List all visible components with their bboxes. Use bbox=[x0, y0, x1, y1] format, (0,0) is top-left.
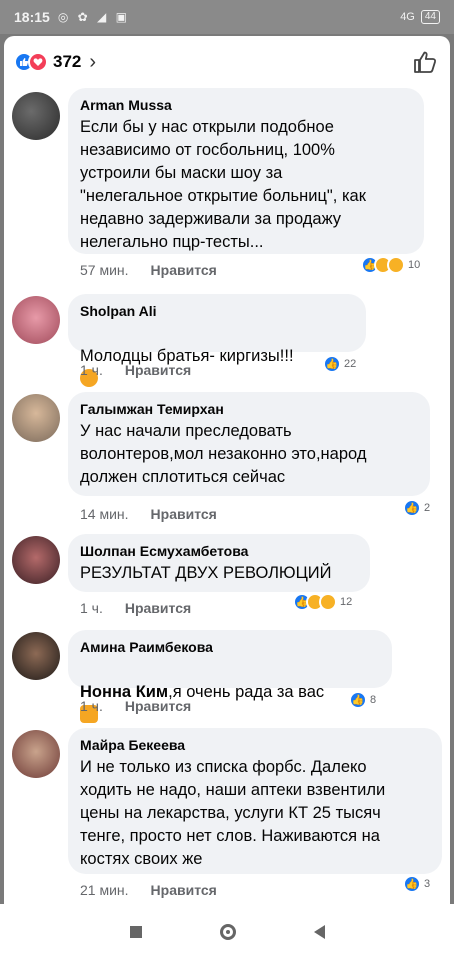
reaction-summary-button[interactable]: 372 › bbox=[14, 51, 96, 74]
love-icon bbox=[28, 52, 48, 72]
comment-bubble: Sholpan Ali Молодцы братья- киргизы!!! bbox=[68, 294, 366, 387]
battery-icon: 44 bbox=[420, 10, 440, 24]
reaction-count: 372 bbox=[53, 52, 82, 71]
like-icon: 👍 bbox=[403, 499, 421, 517]
notification-icons: ◎ ✿ ◢ ▣ bbox=[57, 10, 130, 24]
comment-author[interactable]: Амина Раимбекова bbox=[80, 638, 380, 656]
comment-meta: 1 ч. Нравится bbox=[80, 600, 191, 616]
comment-reaction-count: 3 bbox=[424, 878, 431, 890]
comment-meta: 1 ч. Нравится bbox=[80, 362, 191, 378]
comment-reactions[interactable]: 👍 3 bbox=[400, 874, 434, 894]
avatar[interactable] bbox=[12, 92, 60, 140]
comments-sheet: 372 › Arman Mussa Если бы у нас открыли … bbox=[4, 36, 450, 904]
comment-text: ,я очень рада за вас bbox=[168, 683, 325, 701]
comment-reactions[interactable]: 👍 22 bbox=[320, 354, 360, 374]
avatar[interactable] bbox=[12, 536, 60, 584]
comment-reaction-count: 22 bbox=[344, 358, 357, 370]
reactions-header: 372 › bbox=[4, 36, 450, 88]
comment-meta: 1 ч. Нравится bbox=[80, 698, 191, 714]
like-icon: 👍 bbox=[323, 355, 341, 373]
nav-home-icon[interactable] bbox=[219, 924, 236, 940]
sad-icon bbox=[319, 593, 337, 611]
like-button[interactable]: Нравится bbox=[125, 698, 191, 714]
comment-time[interactable]: 14 мин. bbox=[80, 506, 129, 522]
comment-bubble: Майра Бекеева И не только из списка форб… bbox=[68, 728, 442, 874]
comment-time[interactable]: 1 ч. bbox=[80, 362, 103, 378]
like-icon: 👍 bbox=[349, 691, 367, 709]
chevron-right-icon: › bbox=[89, 50, 97, 73]
comment-meta: 57 мин. Нравится bbox=[80, 262, 217, 278]
comment-reactions[interactable]: 👍 12 bbox=[290, 592, 356, 612]
comment-author[interactable]: Галымжан Темирхан bbox=[80, 400, 418, 418]
like-button[interactable]: Нравится bbox=[125, 600, 191, 616]
comment-author[interactable]: Шолпан Есмухамбетова bbox=[80, 542, 358, 560]
like-button[interactable]: Нравится bbox=[151, 882, 217, 898]
comment-time[interactable]: 1 ч. bbox=[80, 698, 103, 714]
comment-bubble: Arman Mussa Если бы у нас открыли подобн… bbox=[68, 88, 424, 254]
nav-back-icon[interactable] bbox=[313, 925, 325, 939]
status-bar: 18:15 ◎ ✿ ◢ ▣ 4G 44 bbox=[0, 0, 454, 34]
comment-time[interactable]: 1 ч. bbox=[80, 600, 103, 616]
signal-icon: 4G bbox=[400, 11, 415, 23]
comment-reaction-count: 2 bbox=[424, 502, 431, 514]
nav-recents-icon[interactable] bbox=[129, 926, 142, 938]
like-icon: 👍 bbox=[403, 875, 421, 893]
avatar[interactable] bbox=[12, 632, 60, 680]
comment-bubble: Амина Раимбекова Нонна Ким,я очень рада … bbox=[68, 630, 392, 723]
comment-reaction-count: 10 bbox=[408, 259, 421, 271]
like-button[interactable]: Нравится bbox=[151, 506, 217, 522]
avatar[interactable] bbox=[12, 730, 60, 778]
comment-meta: 21 мин. Нравится bbox=[80, 882, 217, 898]
comment-author[interactable]: Sholpan Ali bbox=[80, 302, 354, 320]
comment-author[interactable]: Arman Mussa bbox=[80, 96, 412, 114]
comment-text: РЕЗУЛЬТАТ ДВУХ РЕВОЛЮЦИЙ bbox=[80, 564, 332, 582]
thumbs-up-outline-icon[interactable] bbox=[410, 47, 440, 77]
status-right: 4G 44 bbox=[400, 10, 440, 24]
avatar[interactable] bbox=[12, 296, 60, 344]
comment-reaction-count: 8 bbox=[370, 694, 377, 706]
comment-reactions[interactable]: 👍 10 bbox=[358, 255, 424, 275]
comment-meta: 14 мин. Нравится bbox=[80, 506, 217, 522]
like-button[interactable]: Нравится bbox=[151, 262, 217, 278]
comment-text: И не только из списка форбс. Далеко ходи… bbox=[80, 758, 386, 868]
comment-reactions[interactable]: 👍 8 bbox=[346, 690, 380, 710]
status-time: 18:15 bbox=[14, 9, 50, 25]
comment-text: У нас начали преследовать волонтеров,мол… bbox=[80, 422, 367, 486]
comment-time[interactable]: 21 мин. bbox=[80, 882, 129, 898]
like-button[interactable]: Нравится bbox=[125, 362, 191, 378]
comment-bubble: Шолпан Есмухамбетова РЕЗУЛЬТАТ ДВУХ РЕВО… bbox=[68, 534, 370, 592]
comment-bubble: Галымжан Темирхан У нас начали преследов… bbox=[68, 392, 430, 496]
comment-reaction-count: 12 bbox=[340, 596, 353, 608]
avatar[interactable] bbox=[12, 394, 60, 442]
comment-text-line: Нонна Ким,я очень рада за вас bbox=[80, 658, 380, 727]
system-nav-bar bbox=[0, 904, 454, 960]
sad-icon bbox=[387, 256, 405, 274]
comment-time[interactable]: 57 мин. bbox=[80, 262, 129, 278]
comment-reactions[interactable]: 👍 2 bbox=[400, 498, 434, 518]
comment-text: Если бы у нас открыли подобное независим… bbox=[80, 118, 366, 251]
comment-author[interactable]: Майра Бекеева bbox=[80, 736, 430, 754]
comment-text-line: Молодцы братья- киргизы!!! bbox=[80, 322, 354, 391]
